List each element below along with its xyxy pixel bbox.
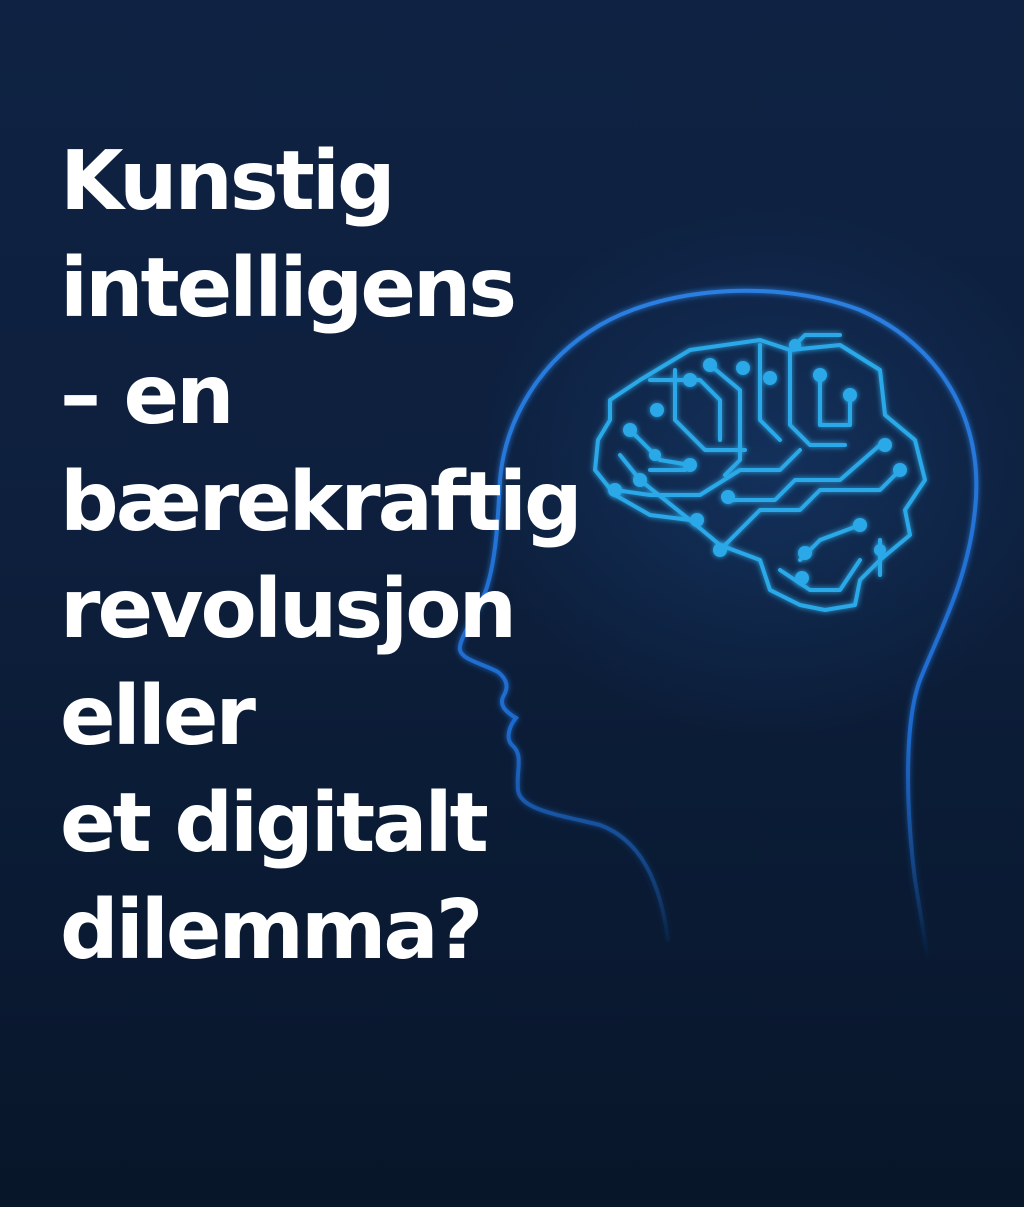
- circuit-trace: [788, 348, 847, 447]
- circuit-node: [798, 546, 812, 560]
- circuit-node: [853, 518, 867, 532]
- headline-line-6: eller: [60, 669, 256, 764]
- circuit-node: [763, 371, 777, 385]
- circuit-node: [683, 458, 697, 472]
- circuit-trace: [628, 428, 692, 467]
- headline-line-1: Kunstig: [60, 134, 396, 229]
- circuit-trace: [778, 558, 862, 592]
- poster: Kunstig intelligens – en bærekraftig rev…: [0, 0, 1024, 1207]
- circuit-node: [721, 490, 735, 504]
- circuit-node: [843, 388, 857, 402]
- circuit-node: [649, 449, 661, 461]
- headline-line-8: dilemma?: [60, 883, 483, 978]
- headline: Kunstig intelligens – en bærekraftig rev…: [60, 128, 620, 984]
- circuit-trace: [708, 363, 742, 477]
- circuit-node: [623, 423, 637, 437]
- circuit-trace: [613, 448, 802, 497]
- circuit-node: [650, 403, 664, 417]
- circuit-node: [683, 373, 697, 387]
- circuit-node: [736, 361, 750, 375]
- circuit-node: [893, 463, 907, 477]
- headline-line-4: bærekraftig: [60, 455, 583, 550]
- circuit-trace: [793, 333, 842, 347]
- circuit-node: [633, 473, 647, 487]
- circuit-node: [703, 358, 717, 372]
- circuit-node: [878, 438, 892, 452]
- circuit-node: [690, 513, 704, 527]
- circuit-node: [713, 543, 727, 557]
- circuit-node: [874, 544, 886, 556]
- headline-line-3: – en: [60, 348, 235, 443]
- circuit-node: [813, 368, 827, 382]
- circuit-node: [795, 571, 809, 585]
- circuit-node: [789, 339, 801, 351]
- headline-line-5: revolusjon: [60, 562, 517, 657]
- headline-line-7: et digitalt: [60, 776, 489, 871]
- headline-line-2: intelligens: [60, 241, 517, 336]
- circuit-trace: [758, 343, 782, 442]
